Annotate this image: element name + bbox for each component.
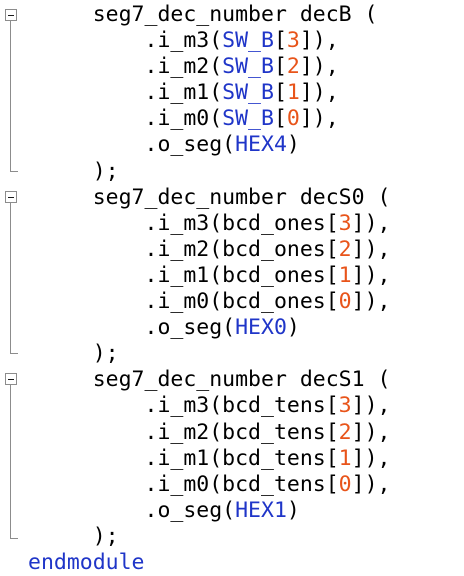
- code-line[interactable]: endmodule: [28, 550, 464, 576]
- fold-gutter: [0, 0, 28, 576]
- code-token: .i_m2(bcd_tens[: [28, 419, 339, 445]
- code-line[interactable]: seg7_dec_number decS0 (: [28, 185, 464, 211]
- code-token: ): [286, 497, 300, 523]
- code-token: [: [273, 80, 287, 106]
- code-line[interactable]: seg7_dec_number decB (: [28, 2, 464, 28]
- number-token: 1: [338, 445, 352, 471]
- code-line[interactable]: .i_m2(bcd_tens[2]),: [28, 420, 464, 446]
- code-line[interactable]: .i_m1(bcd_ones[1]),: [28, 263, 464, 289]
- code-token: ]),: [351, 262, 391, 288]
- number-token: 3: [286, 28, 300, 54]
- code-token: .i_m2(: [28, 54, 223, 80]
- identifier-token: SW_B: [222, 28, 274, 54]
- code-token: ]),: [299, 80, 339, 106]
- code-token: .i_m1(: [28, 80, 223, 106]
- code-editor[interactable]: seg7_dec_number decB ( .i_m3(SW_B[3]), .…: [0, 0, 464, 576]
- code-token: ]),: [351, 393, 391, 419]
- number-token: 0: [338, 471, 352, 497]
- code-token: seg7_dec_number decB (: [28, 2, 378, 27]
- code-token: [: [273, 28, 287, 54]
- fold-end-marker: [10, 353, 18, 354]
- identifier-token: HEX4: [235, 132, 287, 158]
- code-lines[interactable]: seg7_dec_number decB ( .i_m3(SW_B[3]), .…: [28, 2, 464, 576]
- number-token: 3: [338, 210, 352, 236]
- identifier-token: HEX0: [235, 315, 287, 341]
- code-line[interactable]: );: [28, 341, 464, 367]
- code-token: .i_m3(bcd_ones[: [28, 210, 339, 236]
- fold-line: [10, 21, 11, 171]
- code-token: .i_m3(: [28, 28, 223, 54]
- code-token: .i_m1(bcd_ones[: [28, 262, 339, 288]
- fold-line: [10, 203, 11, 353]
- code-line[interactable]: .i_m0(SW_B[0]),: [28, 106, 464, 132]
- code-line[interactable]: );: [28, 524, 464, 550]
- code-token: [: [273, 106, 287, 132]
- identifier-token: SW_B: [222, 80, 274, 106]
- number-token: 3: [338, 393, 352, 419]
- identifier-token: SW_B: [222, 54, 274, 80]
- code-token: ]),: [351, 210, 391, 236]
- code-line[interactable]: .o_seg(HEX0): [28, 315, 464, 341]
- code-token: .o_seg(: [28, 497, 236, 523]
- code-line[interactable]: seg7_dec_number decS1 (: [28, 367, 464, 393]
- number-token: 0: [338, 289, 352, 315]
- number-token: 0: [286, 106, 300, 132]
- code-token: ]),: [351, 289, 391, 315]
- code-token: .i_m0(bcd_ones[: [28, 289, 339, 315]
- code-line[interactable]: .i_m3(bcd_ones[3]),: [28, 211, 464, 237]
- code-token: .o_seg(: [28, 132, 236, 158]
- code-token: ]),: [351, 236, 391, 262]
- code-token: );: [28, 158, 119, 184]
- code-token: ]),: [351, 471, 391, 497]
- code-line[interactable]: .i_m0(bcd_ones[0]),: [28, 289, 464, 315]
- code-line[interactable]: .i_m1(SW_B[1]),: [28, 80, 464, 106]
- number-token: 2: [338, 419, 352, 445]
- code-token: .o_seg(: [28, 315, 236, 341]
- code-line[interactable]: .i_m3(SW_B[3]),: [28, 28, 464, 54]
- code-token: .i_m3(bcd_tens[: [28, 393, 339, 419]
- code-token: ]),: [299, 106, 339, 132]
- code-token: .i_m2(bcd_ones[: [28, 236, 339, 262]
- fold-minus-icon[interactable]: [5, 9, 17, 21]
- code-line[interactable]: .i_m0(bcd_tens[0]),: [28, 472, 464, 498]
- code-token: ]),: [351, 445, 391, 471]
- code-token: .i_m0(bcd_tens[: [28, 471, 339, 497]
- number-token: 1: [338, 262, 352, 288]
- code-token: .i_m0(: [28, 106, 223, 132]
- code-line[interactable]: .o_seg(HEX4): [28, 132, 464, 158]
- identifier-token: HEX1: [235, 497, 287, 523]
- code-token: seg7_dec_number decS1 (: [28, 367, 391, 393]
- code-line[interactable]: .i_m2(SW_B[2]),: [28, 54, 464, 80]
- code-token: );: [28, 523, 119, 549]
- number-token: 2: [286, 54, 300, 80]
- identifier-token: SW_B: [222, 106, 274, 132]
- code-token: ]),: [299, 54, 339, 80]
- fold-end-marker: [10, 538, 18, 539]
- code-line[interactable]: .i_m3(bcd_tens[3]),: [28, 393, 464, 419]
- fold-line: [10, 385, 11, 538]
- number-token: 2: [338, 236, 352, 262]
- code-token: ): [286, 132, 300, 158]
- code-token: ]),: [299, 28, 339, 54]
- fold-end-marker: [10, 171, 18, 172]
- code-token: );: [28, 341, 119, 367]
- code-token: seg7_dec_number decS0 (: [28, 184, 391, 210]
- fold-minus-icon[interactable]: [5, 191, 17, 203]
- code-line[interactable]: .i_m2(bcd_ones[2]),: [28, 237, 464, 263]
- code-token: [: [273, 54, 287, 80]
- code-token: .i_m1(bcd_tens[: [28, 445, 339, 471]
- code-line[interactable]: .o_seg(HEX1): [28, 498, 464, 524]
- number-token: 1: [286, 80, 300, 106]
- keyword-token: endmodule: [28, 549, 145, 575]
- code-line[interactable]: );: [28, 159, 464, 185]
- code-token: ]),: [351, 419, 391, 445]
- code-token: ): [286, 315, 300, 341]
- code-line[interactable]: .i_m1(bcd_tens[1]),: [28, 446, 464, 472]
- fold-minus-icon[interactable]: [5, 373, 17, 385]
